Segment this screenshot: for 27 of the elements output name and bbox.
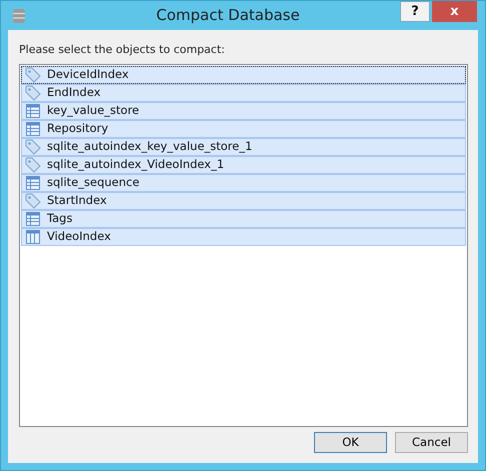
list-item[interactable]: key_value_store xyxy=(21,102,466,120)
tag-icon xyxy=(25,156,41,172)
grid-icon xyxy=(25,228,41,244)
window-title: Compact Database xyxy=(155,5,301,26)
tag-icon xyxy=(25,192,41,208)
list-item[interactable]: sqlite_sequence xyxy=(21,174,466,192)
list-item[interactable]: VideoIndex xyxy=(21,228,466,246)
list-item[interactable]: Tags xyxy=(21,210,466,228)
database-icon xyxy=(12,8,26,24)
close-button[interactable]: x xyxy=(432,1,477,22)
tag-icon xyxy=(25,66,41,82)
table-icon xyxy=(25,120,41,136)
table-icon xyxy=(25,174,41,190)
help-button[interactable]: ? xyxy=(400,1,430,22)
list-item[interactable]: StartIndex xyxy=(21,192,466,210)
list-item[interactable]: Repository xyxy=(21,120,466,138)
table-icon xyxy=(25,210,41,226)
list-item[interactable]: DeviceIdIndex xyxy=(21,66,466,84)
list-item[interactable]: EndIndex xyxy=(21,84,466,102)
ok-button[interactable]: OK xyxy=(314,432,387,453)
tag-icon xyxy=(25,84,41,100)
list-item[interactable]: sqlite_autoindex_key_value_store_1 xyxy=(21,138,466,156)
tag-icon xyxy=(25,138,41,154)
cancel-button[interactable]: Cancel xyxy=(395,432,468,453)
instruction-label: Please select the objects to compact: xyxy=(19,42,226,58)
table-icon xyxy=(25,102,41,118)
list-item[interactable]: sqlite_autoindex_VideoIndex_1 xyxy=(21,156,466,174)
